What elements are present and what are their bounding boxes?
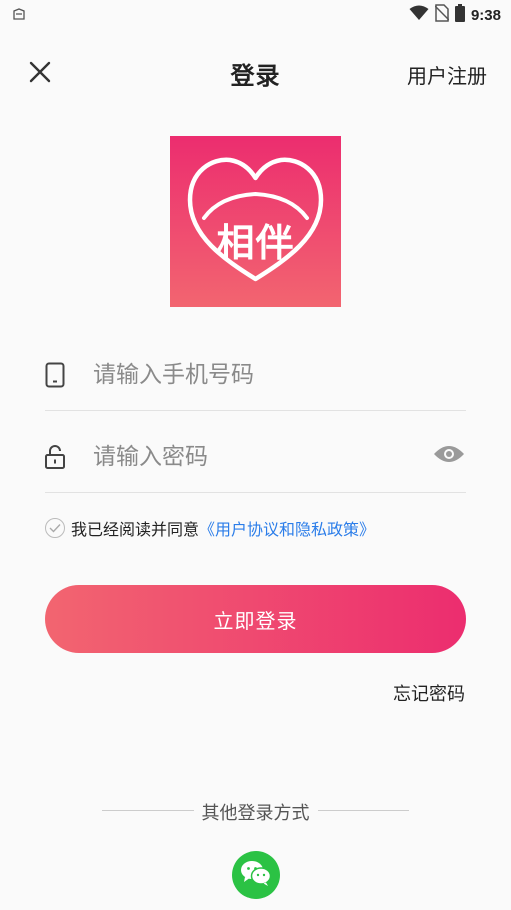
toggle-password-visibility-button[interactable]	[432, 439, 466, 473]
clipboard-notification-icon	[12, 6, 28, 22]
wifi-icon	[409, 5, 429, 25]
policy-link[interactable]: 《用户协议和隐私政策》	[199, 516, 375, 540]
status-icons: 9:38	[409, 4, 501, 26]
phone-input[interactable]	[91, 361, 415, 389]
agreement-text: 我已经阅读并同意	[71, 520, 200, 539]
eye-icon	[433, 444, 465, 468]
register-link[interactable]: 用户注册	[407, 60, 487, 89]
forgot-password-link[interactable]: 忘记密码	[393, 680, 465, 706]
divider-right	[318, 810, 409, 811]
close-icon	[29, 61, 51, 87]
other-login-title: 其他登录方式	[201, 803, 310, 824]
app-logo: 相伴	[170, 136, 341, 307]
phone-icon	[43, 361, 67, 389]
password-field-row	[45, 422, 466, 493]
close-button[interactable]	[24, 58, 56, 90]
wechat-login-button[interactable]	[232, 851, 280, 899]
wechat-icon	[240, 859, 272, 891]
status-time: 9:38	[470, 6, 501, 24]
password-input[interactable]	[91, 443, 415, 471]
agreement-row: 我已经阅读并同意 《用户协议和隐私政策》	[45, 516, 375, 540]
phone-field-row	[45, 340, 466, 411]
status-bar: 9:38	[0, 0, 511, 30]
no-sim-icon	[434, 4, 450, 26]
agreement-checkbox[interactable]	[45, 518, 65, 538]
logo-text: 相伴	[216, 221, 295, 265]
battery-icon	[454, 4, 465, 26]
lock-icon	[43, 443, 67, 471]
login-button[interactable]: 立即登录	[45, 585, 466, 653]
